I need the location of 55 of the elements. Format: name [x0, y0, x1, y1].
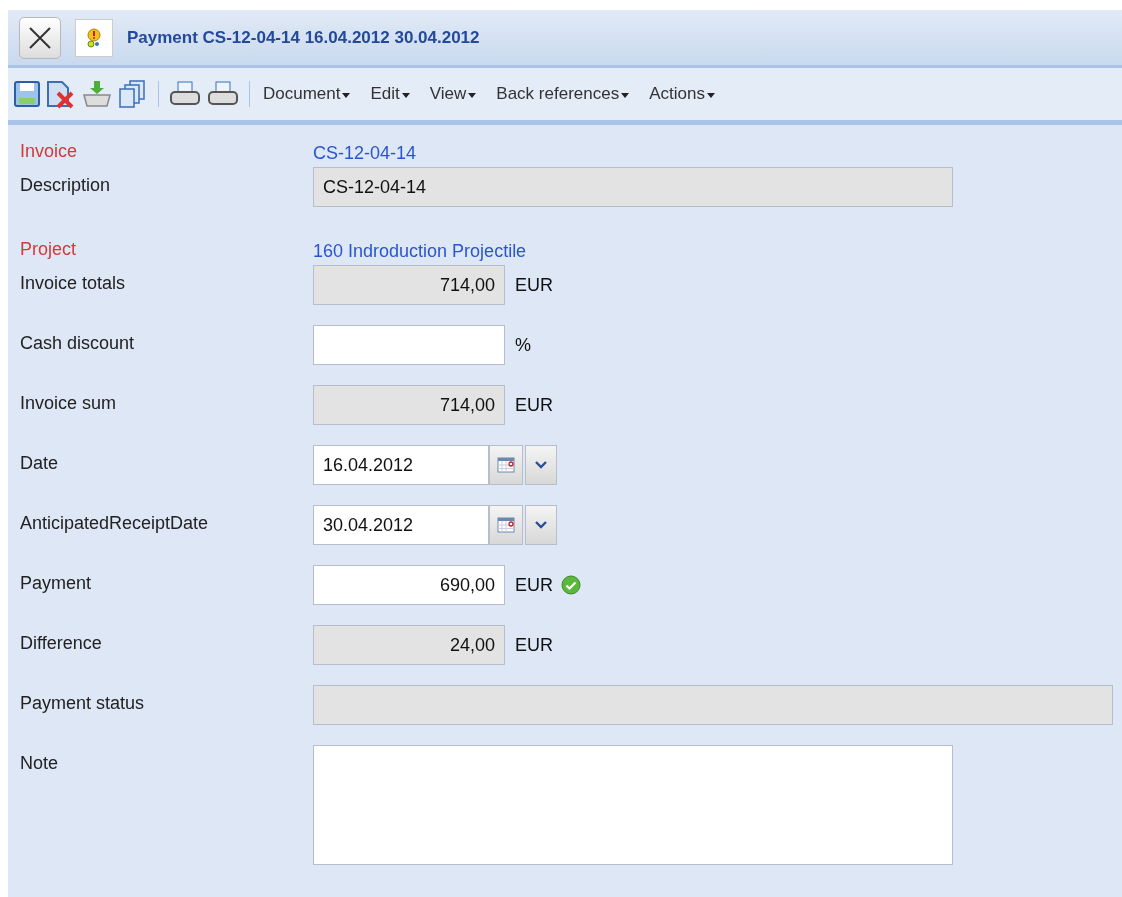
amount-field[interactable]: 690,00 — [313, 565, 505, 605]
field-label: Payment — [20, 572, 93, 594]
field-label: Difference — [20, 632, 103, 654]
calendar-icon — [496, 456, 516, 474]
unit-label: EUR — [515, 274, 553, 296]
menu-button[interactable]: Document — [260, 84, 354, 104]
window-title: Payment CS-12-04-14 16.04.2012 30.04.2012 — [127, 27, 480, 48]
caret-icon — [342, 93, 351, 98]
field-label: Cash discount — [20, 332, 136, 354]
caret-icon — [401, 93, 410, 98]
amount-field[interactable] — [313, 325, 505, 365]
date-field[interactable]: 30.04.2012 — [313, 505, 489, 545]
caret-icon — [706, 93, 715, 98]
field-label: Project — [20, 238, 78, 260]
note-field[interactable] — [313, 745, 953, 865]
amount-field[interactable]: 24,00 — [313, 625, 505, 665]
status-icon — [75, 18, 113, 57]
unit-label: EUR — [515, 574, 553, 596]
text-field[interactable] — [313, 685, 1113, 725]
field-label: Invoice — [20, 140, 79, 162]
field-label: Invoice totals — [20, 272, 127, 294]
field-label: Payment status — [20, 692, 146, 714]
field-label: AnticipatedReceiptDate — [20, 512, 210, 534]
delete-icon[interactable] — [46, 79, 76, 109]
amount-field[interactable]: 714,00 — [313, 265, 505, 305]
dropdown-button[interactable] — [525, 445, 557, 485]
unit-label: EUR — [515, 634, 553, 656]
link[interactable]: 160 Indroduction Projectile — [313, 237, 527, 262]
date-field[interactable]: 16.04.2012 — [313, 445, 489, 485]
field-label: Invoice sum — [20, 392, 118, 414]
chevron-down-icon — [535, 461, 547, 469]
close-button[interactable] — [19, 16, 61, 59]
menu-button[interactable]: Edit — [367, 84, 413, 104]
basket-icon[interactable] — [82, 79, 112, 109]
text-field[interactable]: CS-12-04-14 — [313, 167, 953, 207]
copy-icon[interactable] — [118, 79, 148, 109]
menu-button[interactable]: View — [426, 84, 480, 104]
field-label: Date — [20, 452, 60, 474]
calendar-button[interactable] — [489, 505, 523, 545]
field-label: Note — [20, 752, 60, 774]
dropdown-button[interactable] — [525, 505, 557, 545]
caret-icon — [468, 93, 477, 98]
amount-field[interactable]: 714,00 — [313, 385, 505, 425]
link[interactable]: CS-12-04-14 — [313, 139, 417, 164]
save-icon[interactable] — [14, 79, 40, 109]
unit-label: EUR — [515, 394, 553, 416]
menu-button[interactable]: Back references — [493, 84, 633, 104]
calendar-button[interactable] — [489, 445, 523, 485]
calendar-icon — [496, 516, 516, 534]
caret-icon — [621, 93, 630, 98]
close-icon — [27, 24, 53, 51]
field-label: Description — [20, 174, 112, 196]
menu-button[interactable]: Actions — [646, 84, 718, 104]
chevron-down-icon — [535, 521, 547, 529]
unit-label: % — [515, 334, 531, 356]
